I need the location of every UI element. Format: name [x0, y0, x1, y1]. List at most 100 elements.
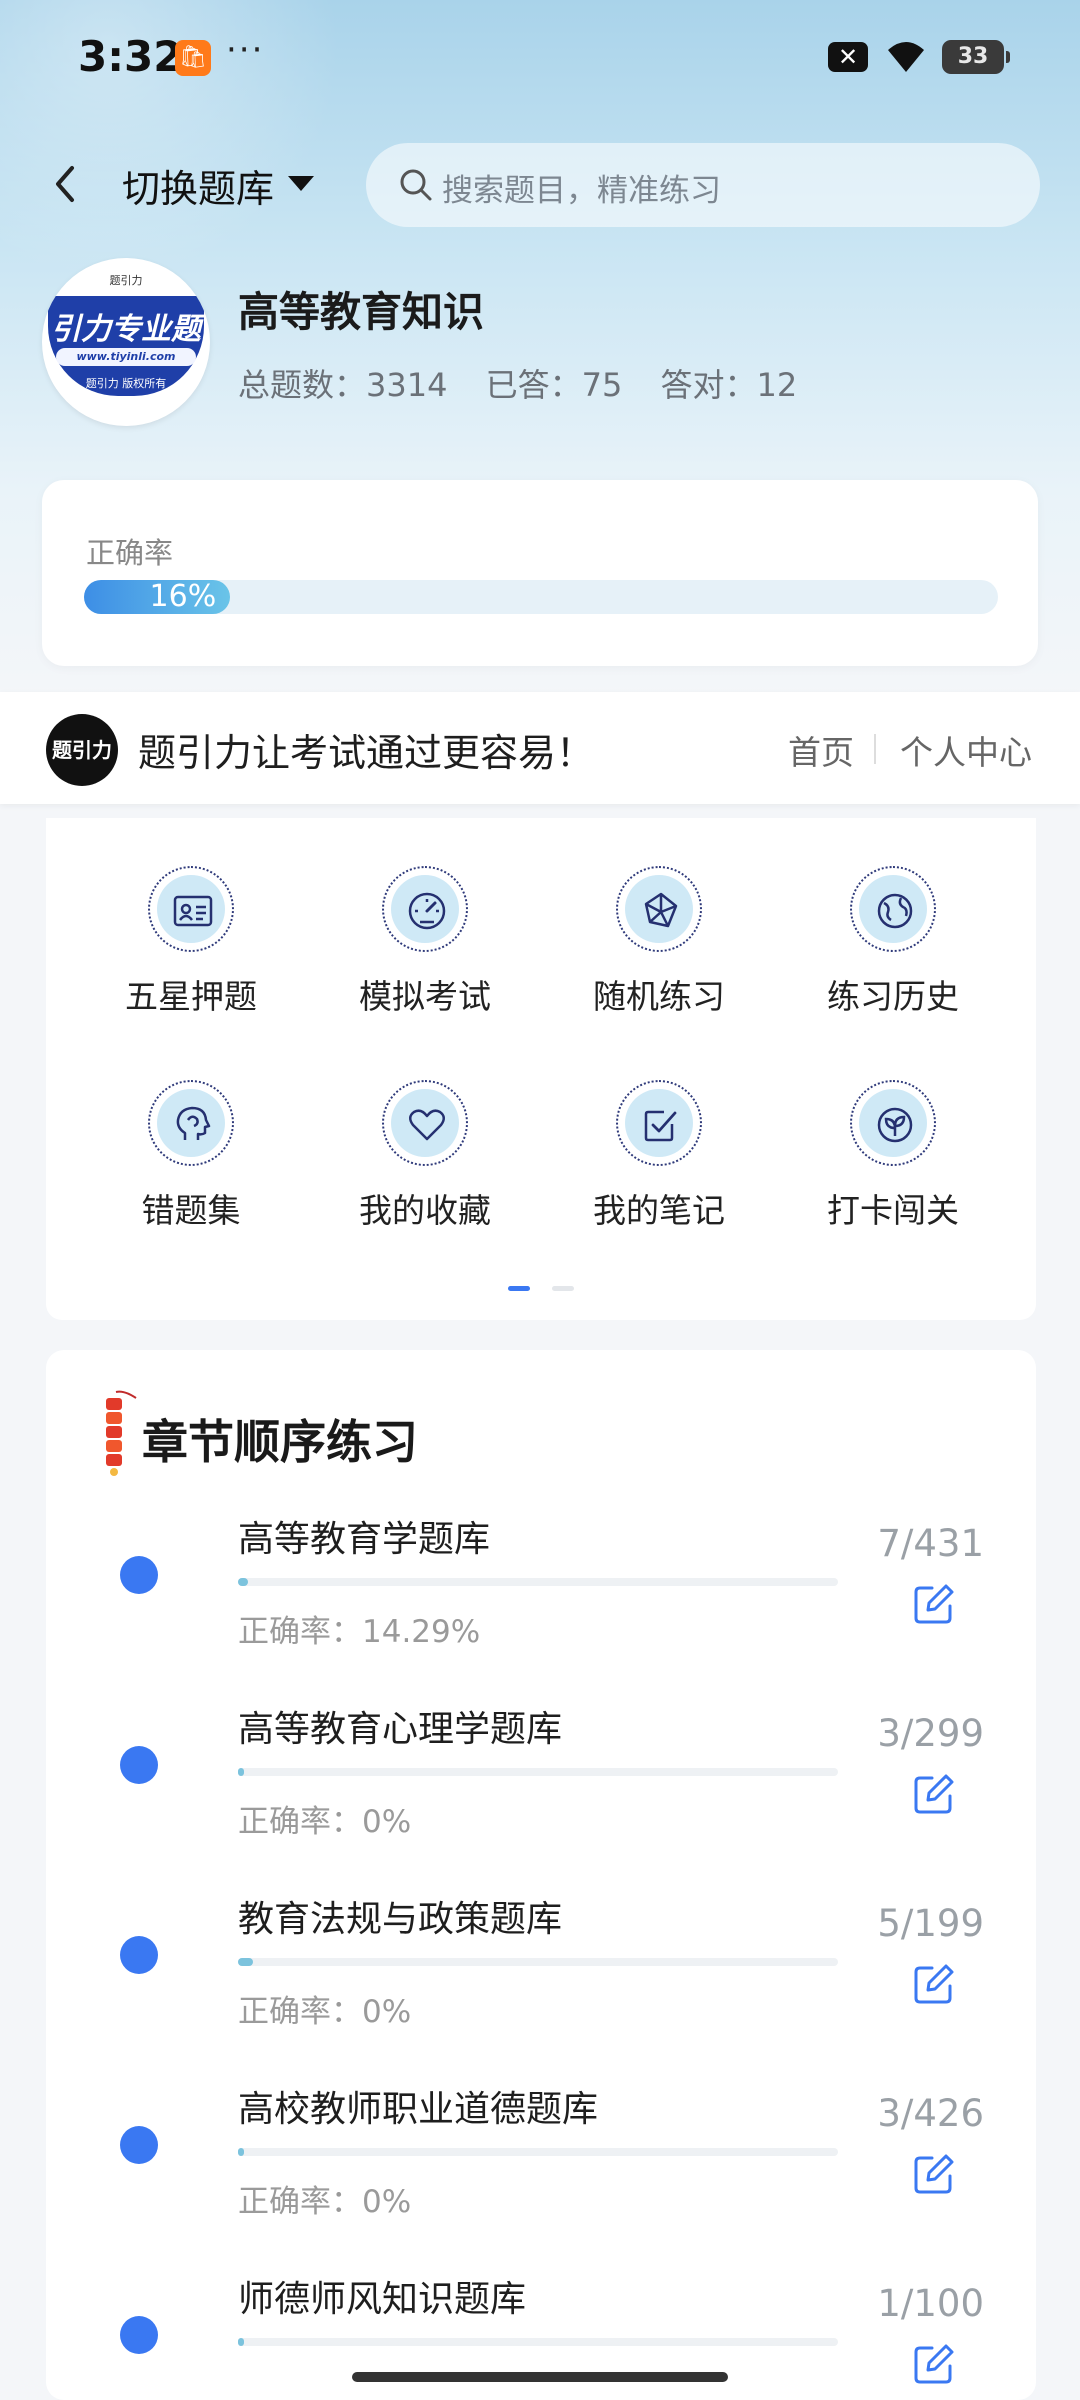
status-bar: 3:32 🛍 ··· ✕ 33	[0, 0, 1080, 120]
chapter-count: 1/100	[877, 2282, 984, 2325]
bank-title: 高等教育知识	[238, 288, 484, 336]
grid-item-wrong-answers[interactable]: 错题集	[76, 1080, 306, 1250]
heart-icon	[382, 1080, 468, 1166]
chapter-progress-track	[238, 1768, 838, 1776]
pager-dot-active[interactable]	[508, 1286, 530, 1291]
brand-slogan: 题引力让考试通过更容易！	[138, 731, 595, 775]
brand-bar: 题引力 题引力让考试通过更容易！ 首页 个人中心	[0, 692, 1080, 804]
divider	[874, 734, 876, 764]
logo-copyright: 题引力 版权所有	[85, 377, 167, 390]
grid-item-label: 打卡闯关	[827, 1191, 959, 1230]
chapter-progress-track	[238, 2148, 838, 2156]
edit-icon[interactable]	[912, 1582, 956, 1626]
chapter-row[interactable]: 高校教师职业道德题库 正确率：0% 3/426	[46, 2080, 1036, 2270]
section-title: 章节顺序练习	[142, 1415, 418, 1469]
speedometer-icon	[382, 866, 468, 952]
globe-icon	[850, 866, 936, 952]
logo-text: 引力专业题	[51, 312, 201, 347]
bullet-dot	[120, 2126, 158, 2164]
grid-item-five-star[interactable]: 五星押题	[76, 866, 306, 1036]
feature-grid: 五星押题 模拟考试 随机练习 练习历史 错题集 我的收藏 我的笔记 打卡闯关	[46, 818, 1036, 1320]
bullet-dot	[120, 1556, 158, 1594]
switch-bank-button[interactable]: 切换题库	[122, 158, 274, 213]
shopping-app-icon: 🛍	[175, 40, 211, 76]
chapter-name: 师德师风知识题库	[238, 2279, 527, 2320]
grid-item-label: 错题集	[141, 1191, 241, 1230]
grid-item-notes[interactable]: 我的笔记	[544, 1080, 774, 1250]
profile-link[interactable]: 个人中心	[900, 726, 1032, 774]
grid-item-mock-exam[interactable]: 模拟考试	[310, 866, 540, 1036]
chapter-count: 7/431	[877, 1522, 984, 1565]
grid-item-random-practice[interactable]: 随机练习	[544, 866, 774, 1036]
chapter-progress-fill	[238, 2148, 244, 2156]
bullet-dot	[120, 1936, 158, 1974]
bank-logo: 题引力 引力专业题 www.tiyinli.com 题引力 版权所有	[42, 258, 210, 426]
total-questions: 总题数：3314	[238, 366, 448, 404]
chapter-accuracy: 正确率：0%	[238, 1804, 412, 1840]
chapter-name: 教育法规与政策题库	[238, 1899, 563, 1940]
grid-item-label: 我的收藏	[359, 1191, 491, 1230]
chapter-progress-track	[238, 1578, 838, 1586]
leaf-icon	[850, 1080, 936, 1166]
chapter-name: 高等教育心理学题库	[238, 1709, 563, 1750]
chapter-row[interactable]: 高等教育心理学题库 正确率：0% 3/299	[46, 1700, 1036, 1890]
home-indicator[interactable]	[352, 2372, 728, 2382]
edit-icon[interactable]	[912, 2342, 956, 2386]
wifi-icon	[888, 42, 924, 72]
chapter-count: 3/426	[877, 2092, 984, 2135]
bullet-dot	[120, 2316, 158, 2354]
chapter-progress-fill	[238, 1958, 253, 1966]
grid-item-label: 练习历史	[827, 977, 959, 1016]
accuracy-card: 正确率 16%	[42, 480, 1038, 666]
chapter-name: 高等教育学题库	[238, 1519, 491, 1560]
edit-icon[interactable]	[912, 1962, 956, 2006]
chapter-accuracy: 正确率：0%	[238, 2184, 412, 2220]
correct-count: 答对：12	[660, 366, 798, 404]
pager-dot[interactable]	[552, 1286, 574, 1291]
checkbox-icon	[616, 1080, 702, 1166]
grid-item-label: 五星押题	[125, 977, 257, 1016]
search-input[interactable]: 搜索题目，精准练习	[366, 143, 1040, 227]
search-placeholder: 搜索题目，精准练习	[442, 173, 721, 209]
accuracy-progress-fill: 16%	[84, 579, 231, 614]
id-card-icon	[148, 866, 234, 952]
chapter-accuracy: 正确率：14.29%	[238, 1614, 481, 1650]
grid-item-favorites[interactable]: 我的收藏	[310, 1080, 540, 1250]
accuracy-label: 正确率	[86, 536, 174, 570]
firecracker-icon	[106, 1390, 137, 1476]
logo-url: www.tiyinli.com	[56, 348, 196, 366]
bank-stats: 总题数：3314 已答：75 答对：12	[238, 360, 825, 406]
network-icon	[616, 866, 702, 952]
home-link[interactable]: 首页	[788, 726, 854, 774]
grid-item-label: 模拟考试	[359, 977, 491, 1016]
edit-icon[interactable]	[912, 1772, 956, 1816]
chapter-count: 3/299	[877, 1712, 984, 1755]
chapter-accuracy: 正确率：0%	[238, 1994, 412, 2030]
grid-item-label: 我的笔记	[593, 1191, 725, 1230]
more-notifications-icon: ···	[226, 30, 265, 70]
no-sim-icon: ✕	[828, 42, 868, 72]
caret-down-icon[interactable]	[288, 176, 314, 191]
chapter-name: 高校教师职业道德题库	[238, 2089, 599, 2130]
clock: 3:32	[78, 32, 183, 81]
grid-item-check-in[interactable]: 打卡闯关	[778, 1080, 1008, 1250]
logo-top-text: 题引力	[109, 274, 143, 287]
grid-item-label: 随机练习	[593, 977, 725, 1016]
accuracy-value: 16%	[149, 579, 217, 614]
chapter-row[interactable]: 高等教育学题库 正确率：14.29% 7/431	[46, 1510, 1036, 1700]
head-icon	[148, 1080, 234, 1166]
bullet-dot	[120, 1746, 158, 1784]
accuracy-progress-track: 16%	[84, 580, 998, 614]
back-arrow-icon[interactable]	[46, 160, 86, 208]
chapter-progress-fill	[238, 1768, 244, 1776]
battery-icon: 33	[942, 40, 1010, 74]
chapter-progress-fill	[238, 2338, 244, 2346]
grid-item-history[interactable]: 练习历史	[778, 866, 1008, 1036]
chapter-progress-track	[238, 1958, 838, 1966]
answered-count: 已答：75	[485, 366, 623, 404]
chapter-practice-card: 章节顺序练习 高等教育学题库 正确率：14.29% 7/431 高等教育心理学题…	[46, 1350, 1036, 2400]
chapter-progress-track	[238, 2338, 838, 2346]
chapter-row[interactable]: 教育法规与政策题库 正确率：0% 5/199	[46, 1890, 1036, 2080]
edit-icon[interactable]	[912, 2152, 956, 2196]
chapter-progress-fill	[238, 1578, 248, 1586]
